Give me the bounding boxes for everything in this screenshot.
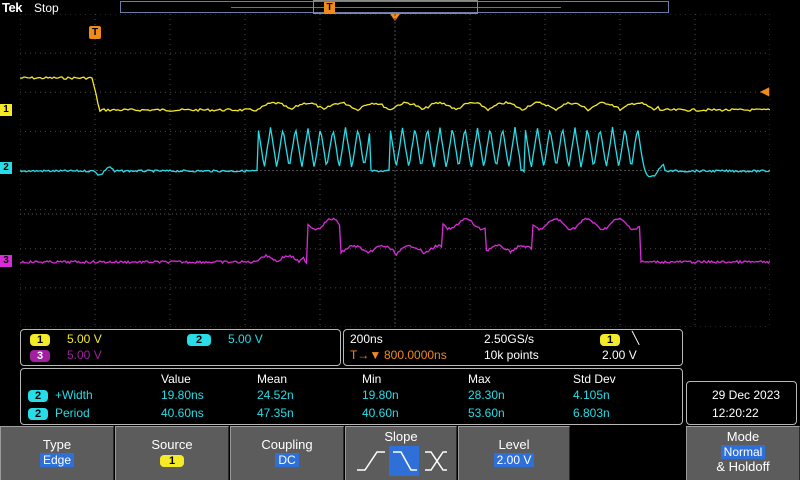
- ch1-scale: 5.00 V: [67, 332, 102, 346]
- meas-row2-value: 40.60ns: [161, 406, 204, 420]
- type-button[interactable]: Type Edge: [0, 426, 114, 480]
- meas-header-stddev: Std Dev: [573, 372, 616, 386]
- trigger-time-marker: T: [89, 26, 101, 39]
- meas-row2-max: 53.60n: [468, 406, 505, 420]
- meas-row1-min: 19.80n: [362, 388, 399, 402]
- source-label: Source: [151, 437, 193, 452]
- type-value: Edge: [39, 453, 75, 467]
- horizontal-trigger-panel[interactable]: 200ns 2.50GS/s 1 ╲ T→▼ 800.0000ns 10k po…: [343, 329, 683, 366]
- meas-row2-stddev: 6.803n: [573, 406, 610, 420]
- measurements-panel[interactable]: Value Mean Min Max Std Dev 2 +Width 19.8…: [20, 368, 683, 425]
- slope-button[interactable]: Slope: [345, 426, 457, 480]
- record-view-window[interactable]: [313, 0, 478, 14]
- date-readout: 29 Dec 2023: [712, 388, 781, 402]
- meas-row1-name: +Width: [55, 388, 93, 402]
- level-button[interactable]: Level 2.00 V: [458, 426, 570, 480]
- record-length: 10k points: [484, 348, 539, 362]
- falling-slope-icon[interactable]: [389, 446, 419, 476]
- source-button[interactable]: Source 1: [115, 426, 229, 480]
- time-readout: 12:20:22: [712, 406, 759, 420]
- trigger-level-marker[interactable]: ◀: [760, 84, 769, 98]
- level-value: 2.00 V: [493, 453, 535, 467]
- record-trigger-marker: T: [324, 2, 335, 14]
- mode-holdoff-button[interactable]: Mode Normal & Holdoff: [686, 426, 800, 480]
- trigger-source-badge: 1: [600, 334, 620, 346]
- acquisition-state: Stop: [34, 1, 59, 15]
- meas-row1-max: 28.30n: [468, 388, 505, 402]
- meas-header-min: Min: [362, 372, 382, 386]
- meas-row1-mean: 24.52n: [257, 388, 294, 402]
- coupling-value: DC: [275, 453, 299, 467]
- meas-row2-name: Period: [55, 406, 90, 420]
- mode-label: Mode: [726, 429, 760, 444]
- brand-logo: Tek: [2, 0, 22, 15]
- ch1-ground-marker[interactable]: 1: [0, 104, 12, 116]
- either-slope-icon[interactable]: [425, 451, 447, 471]
- meas-row1-ch-badge: 2: [28, 390, 48, 402]
- sample-rate: 2.50GS/s: [484, 332, 535, 346]
- timebase: 200ns: [350, 332, 383, 346]
- ch2-badge: 2: [187, 334, 211, 346]
- meas-row1-stddev: 4.105n: [573, 388, 610, 402]
- waveform-display[interactable]: [20, 14, 770, 327]
- holdoff-label: & Holdoff: [716, 459, 770, 474]
- coupling-button[interactable]: Coupling DC: [230, 426, 344, 480]
- horizontal-delay: 800.0000ns: [384, 348, 447, 362]
- rising-slope-icon[interactable]: [357, 451, 385, 471]
- meas-header-mean: Mean: [257, 372, 288, 386]
- ch2-scale: 5.00 V: [228, 332, 263, 346]
- meas-row2-mean: 47.35n: [257, 406, 294, 420]
- ch2-ground-marker[interactable]: 2: [0, 162, 12, 174]
- ch3-badge: 3: [30, 350, 50, 362]
- meas-header-value: Value: [161, 372, 191, 386]
- menu-spacer: [571, 426, 685, 480]
- trigger-level-readout: 2.00 V: [602, 348, 637, 362]
- meas-row2-ch-badge: 2: [28, 408, 48, 420]
- meas-row2-min: 40.60n: [362, 406, 399, 420]
- mode-value: Normal: [720, 445, 766, 459]
- channel-settings-panel[interactable]: 1 5.00 V 2 5.00 V 3 5.00 V: [20, 329, 341, 366]
- ch1-badge: 1: [30, 334, 50, 346]
- level-label: Level: [498, 437, 530, 452]
- source-value: 1: [160, 455, 184, 467]
- trigger-slope-icon: ╲: [632, 331, 640, 345]
- ch3-waveform: [20, 217, 770, 265]
- ch3-ground-marker[interactable]: 3: [0, 255, 12, 267]
- slope-label: Slope: [384, 429, 418, 444]
- datetime-panel: 29 Dec 2023 12:20:22: [686, 381, 797, 425]
- delay-icon: T→▼: [350, 348, 382, 362]
- coupling-label: Coupling: [261, 437, 313, 452]
- ch3-scale: 5.00 V: [67, 348, 102, 362]
- slope-options[interactable]: [351, 446, 451, 476]
- meas-row1-value: 19.80ns: [161, 388, 204, 402]
- meas-header-max: Max: [468, 372, 491, 386]
- type-label: Type: [42, 437, 72, 452]
